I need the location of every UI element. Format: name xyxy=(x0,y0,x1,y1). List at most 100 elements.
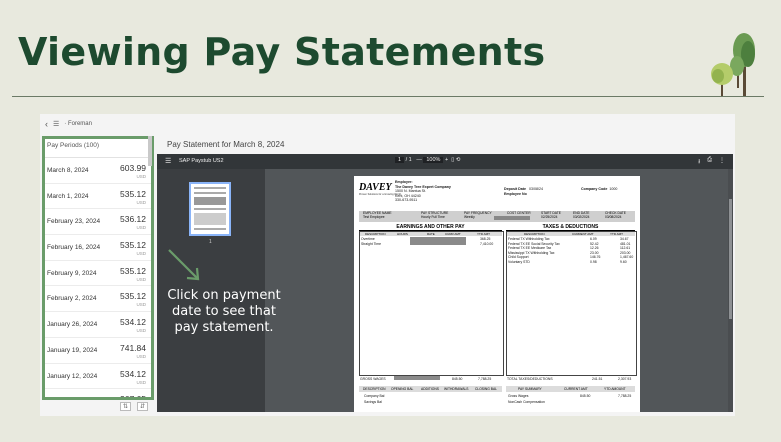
redacted-bar xyxy=(494,216,530,220)
pay-period-item[interactable]: January 19, 2024 741.84 USD xyxy=(45,338,151,364)
pay-period-item[interactable]: February 23, 2024 536.12 USD xyxy=(45,209,151,236)
bal-col-description: DESCRIPTION xyxy=(363,387,386,391)
more-icon[interactable]: ⋮ xyxy=(719,157,725,167)
sort-ascending-icon[interactable]: ⇅ xyxy=(120,402,132,411)
pay-period-item[interactable]: February 2, 2024 535.12 USD xyxy=(45,286,151,313)
zoom-level[interactable]: 100% xyxy=(423,157,444,163)
employer-address-2: Kent, OH 44240 xyxy=(395,193,421,198)
pdf-viewer: ☰ SAP Paystub US2 1 / 1 — 100% + ▯ ⟲ ⭳ ⎙… xyxy=(157,154,733,412)
pay-period-amount: 535.12 xyxy=(120,240,146,251)
pay-structure-value: Hourly Full Time xyxy=(421,215,445,219)
pay-periods-list: Pay Periods (100) March 8, 2024 603.99 USD… xyxy=(42,136,154,400)
zoom-out-button[interactable]: — xyxy=(416,157,422,163)
viewer-scrollbar[interactable] xyxy=(728,169,733,412)
tax-description: Federal TX EE Medicare Tax xyxy=(508,246,552,251)
pay-period-item[interactable]: February 16, 2024 535.12 USD xyxy=(45,235,151,261)
zoom-in-button[interactable]: + xyxy=(445,157,448,163)
earning-ytd: 7,410.00 xyxy=(480,242,494,246)
tax-ytd: 1,467.60 xyxy=(620,255,634,260)
tax-ytd: 481.01 xyxy=(620,241,631,246)
pay-period-currency: USD xyxy=(136,328,146,334)
tax-description: Federal TX Withholding Tax xyxy=(508,237,550,241)
company-code-label: Company Code xyxy=(581,187,608,191)
tax-current: 6.09 xyxy=(590,237,597,241)
sort-descending-icon[interactable]: ⇵ xyxy=(137,402,149,411)
pay-period-item[interactable]: January 26, 2024 534.12 USD xyxy=(45,312,151,338)
pay-period-date[interactable]: March 1, 2024 xyxy=(47,193,89,200)
pay-period-currency: USD xyxy=(136,225,146,231)
fit-page-icon[interactable]: ▯ xyxy=(451,157,454,163)
page-input[interactable]: 1 xyxy=(395,157,405,163)
pay-period-item[interactable]: March 1, 2024 535.12 USD xyxy=(45,184,151,210)
tax-ytd: 112.61 xyxy=(620,246,631,251)
tax-description: Child Support xyxy=(508,255,529,260)
slide-title: Viewing Pay Statements xyxy=(18,30,546,74)
employer-phone: 330-673-9511 xyxy=(395,198,418,203)
savings-bal-label: Savings Bal xyxy=(364,400,382,404)
pay-period-item[interactable]: January 5, 2024367.65USD xyxy=(45,389,151,400)
pay-period-date[interactable]: February 16, 2024 xyxy=(47,244,100,251)
tax-current: 52.42 xyxy=(590,241,599,246)
earning-ytd: 368.25 xyxy=(480,237,491,241)
back-icon[interactable]: ‹ xyxy=(45,119,48,129)
pay-period-date[interactable]: February 2, 2024 xyxy=(47,295,97,302)
redacted-gross xyxy=(394,376,440,380)
pay-period-currency: USD xyxy=(136,251,146,257)
download-icon[interactable]: ⭳ xyxy=(698,157,700,167)
cost-center-label: COST CENTER xyxy=(507,211,531,215)
print-icon[interactable]: ⎙ xyxy=(707,157,712,167)
pay-period-currency: USD xyxy=(136,174,146,179)
deposit-date: 03/08/24 xyxy=(528,187,543,191)
rotate-icon[interactable]: ⟲ xyxy=(456,157,461,163)
pay-period-currency: USD xyxy=(136,353,146,359)
total-deductions-ytd: 2,307.93 xyxy=(618,377,632,381)
tax-current: 23.00 xyxy=(590,250,599,255)
employer-block: Employer: The Davey Tree Expert Company … xyxy=(395,180,451,203)
tax-current: 0.98 xyxy=(590,260,597,264)
pay-period-currency: USD xyxy=(136,199,146,205)
deposit-block: Deposit Date 03/08/24 Employee No xyxy=(504,187,543,197)
summary-noncash-label: NonCash Compensation xyxy=(508,400,545,404)
tree-icon xyxy=(711,33,755,96)
breadcrumb[interactable]: · Foreman xyxy=(64,121,92,127)
gross-wages-current: 845.50 xyxy=(452,377,463,381)
deposit-label: Deposit Date xyxy=(504,187,526,191)
sidebar-scrollbar[interactable] xyxy=(148,136,152,166)
pay-period-amount: 535.12 xyxy=(120,188,146,199)
pay-period-currency: USD xyxy=(136,379,146,385)
tax-ytd: 34.67 xyxy=(620,237,629,241)
menu-icon[interactable]: ☰ xyxy=(165,157,171,165)
employee-no-label: Employee No xyxy=(504,192,527,196)
pay-period-date[interactable]: March 8, 2024 xyxy=(47,167,89,174)
sum-col-current: CURRENT AMT xyxy=(564,387,588,391)
pay-period-date[interactable]: January 12, 2024 xyxy=(47,373,97,380)
pay-period-date[interactable]: January 26, 2024 xyxy=(47,321,97,328)
pay-period-date[interactable]: January 19, 2024 xyxy=(47,347,97,354)
sort-controls: ⇅ ⇵ xyxy=(120,402,149,411)
tax-description: Federal TX EE Social Security Tax xyxy=(508,241,560,246)
pay-period-amount: 367.65 xyxy=(120,394,146,400)
pdf-file-name: SAP Paystub US2 xyxy=(179,158,224,164)
earnings-table-border xyxy=(359,231,504,376)
list-icon[interactable]: ☰ xyxy=(53,120,59,128)
bal-col-opening: OPENING BAL xyxy=(391,387,414,391)
check-date-value: 03/08/2024 xyxy=(605,215,622,219)
gross-wages-ytd: 7,788.25 xyxy=(478,377,492,381)
pay-period-date[interactable]: January 5, 2024 xyxy=(47,398,94,400)
sum-col-summary: PAY SUMMARY xyxy=(518,387,542,391)
taxes-title: TAXES & DEDUCTIONS xyxy=(506,224,635,231)
pay-period-date[interactable]: February 9, 2024 xyxy=(47,270,97,277)
pay-period-item[interactable]: February 9, 2024 535.12 USD xyxy=(45,261,151,287)
sum-col-ytd: YTD AMOUNT xyxy=(604,387,626,391)
summary-gross-current: 845.50 xyxy=(580,394,591,398)
pdf-actions: ⭳ ⎙ ⋮ xyxy=(698,157,725,167)
statement-title: Pay Statement for March 8, 2024 xyxy=(167,140,285,149)
gross-wages-label: GROSS WAGES xyxy=(360,377,386,381)
pay-period-item[interactable]: March 8, 2024 603.99 USD xyxy=(45,158,151,184)
pay-statement-page: DAVEY Proven Solutions for a Growing Wor… xyxy=(354,176,640,412)
pay-period-amount: 534.12 xyxy=(120,368,146,379)
pay-period-item[interactable]: January 12, 2024 534.12 USD xyxy=(45,364,151,390)
earning-description: Straight Time xyxy=(361,242,381,246)
pay-period-date[interactable]: February 23, 2024 xyxy=(47,218,100,225)
summary-gross-ytd: 7,788.25 xyxy=(618,394,632,398)
